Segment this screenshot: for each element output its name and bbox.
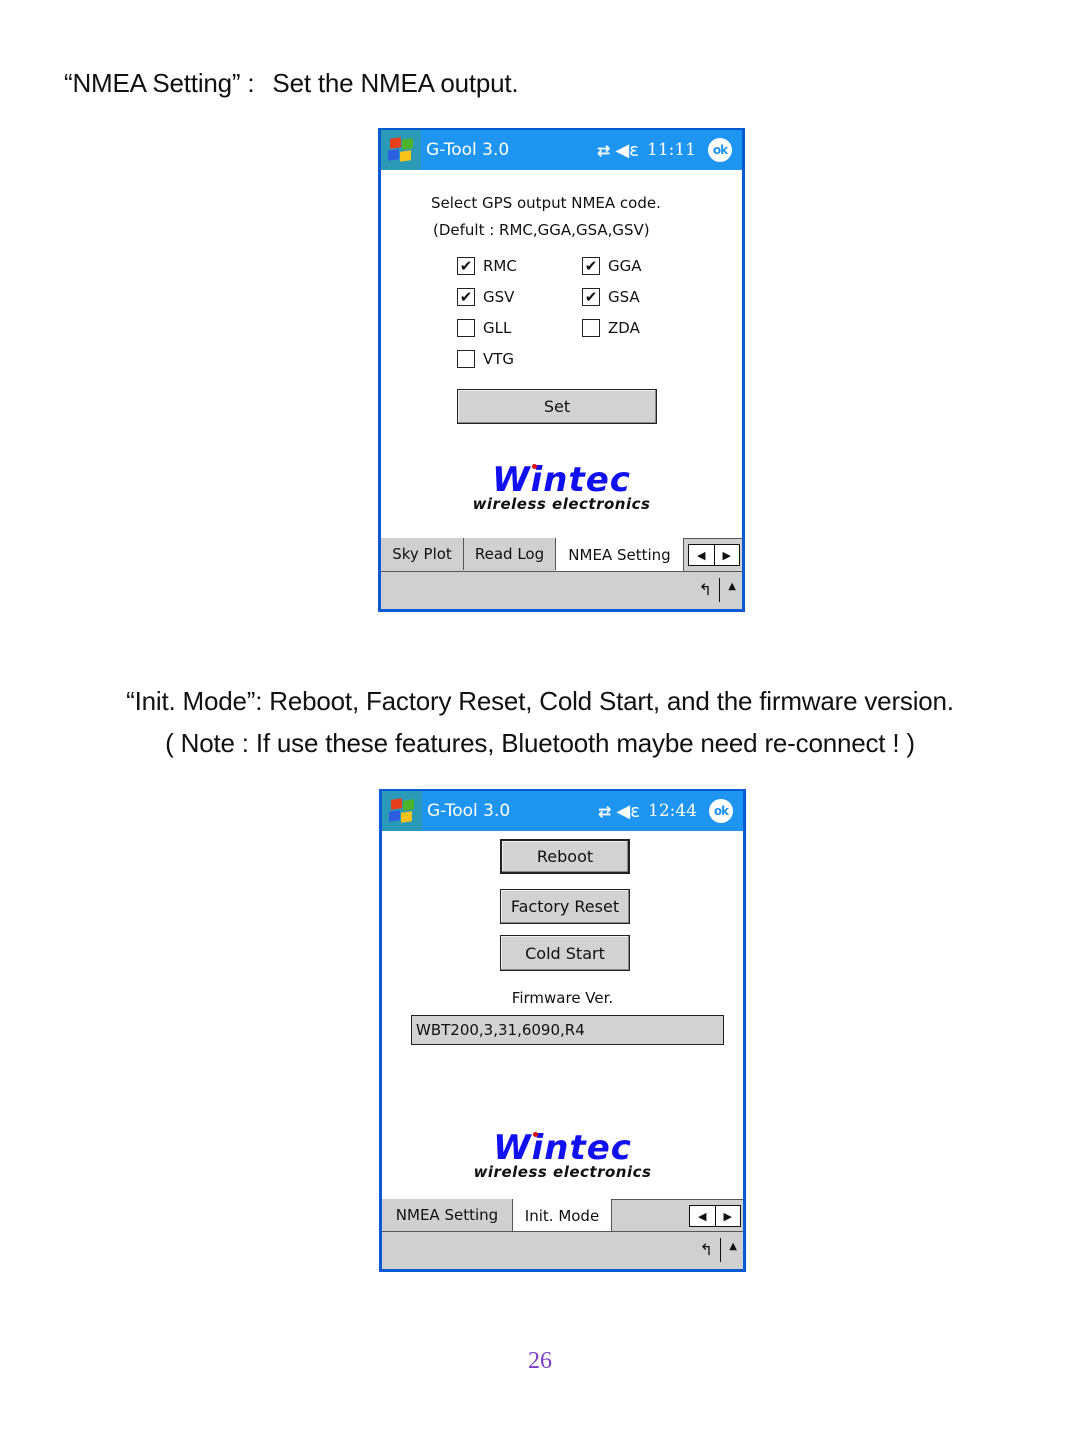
windows-flag-icon xyxy=(388,137,414,162)
checkbox-box[interactable]: ✔ xyxy=(457,257,475,275)
checkbox-box[interactable] xyxy=(457,350,475,368)
checkbox-box[interactable] xyxy=(582,319,600,337)
checkbox-label: GSA xyxy=(608,288,640,306)
tab-bar: Sky Plot Read Log NMEA Setting ◀ ▶ xyxy=(381,538,742,571)
menu-bar: ↰ ▲ xyxy=(381,571,742,609)
checkbox-rmc[interactable]: ✔ RMC xyxy=(457,257,517,275)
menu-separator xyxy=(719,1238,721,1262)
menu-bar: ↰ ▲ xyxy=(382,1231,743,1269)
check-icon: ✔ xyxy=(584,256,598,275)
init-mode-screen: G-Tool 3.0 ⇄ ◀ε 12:44 ok Reboot Factory … xyxy=(379,789,746,1272)
set-button[interactable]: Set xyxy=(457,389,657,424)
scroll-left-icon[interactable]: ◀ xyxy=(690,1206,716,1226)
firmware-version-field[interactable]: WBT200,3,31,6090,R4 xyxy=(411,1015,724,1045)
wintec-logo: Wintec wireless electronics xyxy=(382,1131,743,1180)
tab-nmea-setting[interactable]: NMEA Setting xyxy=(556,538,684,571)
checkbox-gll[interactable]: GLL xyxy=(457,319,511,337)
page-number: 26 xyxy=(528,1348,552,1374)
scroll-left-icon[interactable]: ◀ xyxy=(689,545,715,565)
factory-reset-button[interactable]: Factory Reset xyxy=(500,889,630,924)
input-panel-arrow-icon[interactable]: ▲ xyxy=(728,581,736,592)
connectivity-icon[interactable]: ⇄ xyxy=(598,802,612,821)
tab-init-mode[interactable]: Init. Mode xyxy=(513,1199,612,1232)
default-codes-text: (Defult : RMC,GGA,GSA,GSV) xyxy=(433,221,650,239)
status-icons: ⇄ ◀ε 11:11 ok xyxy=(597,138,732,162)
check-icon: ✔ xyxy=(459,256,473,275)
checkbox-label: GSV xyxy=(483,288,515,306)
connectivity-icon[interactable]: ⇄ xyxy=(597,141,611,160)
instruction-text: Select GPS output NMEA code. xyxy=(431,194,661,212)
tab-scroll-buttons: ◀ ▶ xyxy=(689,1205,741,1227)
tab-bar: NMEA Setting Init. Mode ◀ ▶ xyxy=(382,1199,743,1232)
ok-button[interactable]: ok xyxy=(709,799,733,823)
logo-main: Wintec xyxy=(492,460,631,500)
input-panel-icon[interactable]: ↰ xyxy=(700,1240,713,1259)
clock[interactable]: 12:44 xyxy=(648,801,697,821)
logo-main: Wintec xyxy=(493,1128,632,1168)
tab-nmea-setting[interactable]: NMEA Setting xyxy=(382,1199,513,1231)
section2-note: ( Note : If use these features, Bluetoot… xyxy=(165,728,915,758)
checkbox-label: GGA xyxy=(608,257,642,275)
checkbox-vtg[interactable]: VTG xyxy=(457,350,514,368)
start-button[interactable] xyxy=(382,791,422,831)
checkbox-label: GLL xyxy=(483,319,512,337)
checkbox-box[interactable] xyxy=(457,319,475,337)
checkbox-gsa[interactable]: ✔ GSA xyxy=(582,288,640,306)
ok-button[interactable]: ok xyxy=(708,138,732,162)
title-bar: G-Tool 3.0 ⇄ ◀ε 11:11 ok xyxy=(381,130,742,170)
input-panel-icon[interactable]: ↰ xyxy=(699,580,712,599)
scroll-right-icon[interactable]: ▶ xyxy=(715,545,740,565)
firmware-label: Firmware Ver. xyxy=(511,989,614,1007)
tab-sky-plot[interactable]: Sky Plot xyxy=(381,538,464,570)
checkbox-label: ZDA xyxy=(608,319,640,337)
cold-start-button[interactable]: Cold Start xyxy=(500,935,630,971)
checkbox-box[interactable]: ✔ xyxy=(457,288,475,306)
scroll-right-icon[interactable]: ▶ xyxy=(716,1206,741,1226)
checkbox-label: VTG xyxy=(483,350,515,368)
section1-caption-text: Set the NMEA output. xyxy=(272,68,519,98)
section2-caption: “Init. Mode”: Reboot, Factory Reset, Col… xyxy=(126,686,954,716)
checkbox-gsv[interactable]: ✔ GSV xyxy=(457,288,514,306)
checkbox-box[interactable]: ✔ xyxy=(582,257,600,275)
app-title: G-Tool 3.0 xyxy=(426,140,510,160)
checkbox-gga[interactable]: ✔ GGA xyxy=(582,257,642,275)
reboot-button[interactable]: Reboot xyxy=(500,839,630,874)
tab-read-log[interactable]: Read Log xyxy=(464,538,556,570)
section1-caption-label: “NMEA Setting” : xyxy=(64,68,255,98)
app-title: G-Tool 3.0 xyxy=(427,801,511,821)
section1-caption: “NMEA Setting” : Set the NMEA output. xyxy=(64,68,519,99)
volume-icon[interactable]: ◀ε xyxy=(615,140,639,161)
checkbox-label: RMC xyxy=(483,257,517,275)
checkbox-box[interactable]: ✔ xyxy=(582,288,600,306)
menu-separator xyxy=(718,578,720,602)
check-icon: ✔ xyxy=(459,287,473,306)
windows-flag-icon xyxy=(389,798,415,823)
status-icons: ⇄ ◀ε 12:44 ok xyxy=(598,799,733,823)
check-icon: ✔ xyxy=(584,287,598,306)
clock[interactable]: 11:11 xyxy=(647,140,696,160)
tab-scroll-buttons: ◀ ▶ xyxy=(688,544,740,566)
volume-icon[interactable]: ◀ε xyxy=(616,801,640,822)
start-button[interactable] xyxy=(381,130,421,170)
checkbox-zda[interactable]: ZDA xyxy=(582,319,640,337)
title-bar: G-Tool 3.0 ⇄ ◀ε 12:44 ok xyxy=(382,791,743,831)
nmea-setting-screen: G-Tool 3.0 ⇄ ◀ε 11:11 ok Select GPS outp… xyxy=(378,128,745,612)
wintec-logo: Wintec wireless electronics xyxy=(381,463,742,512)
input-panel-arrow-icon[interactable]: ▲ xyxy=(729,1241,737,1252)
